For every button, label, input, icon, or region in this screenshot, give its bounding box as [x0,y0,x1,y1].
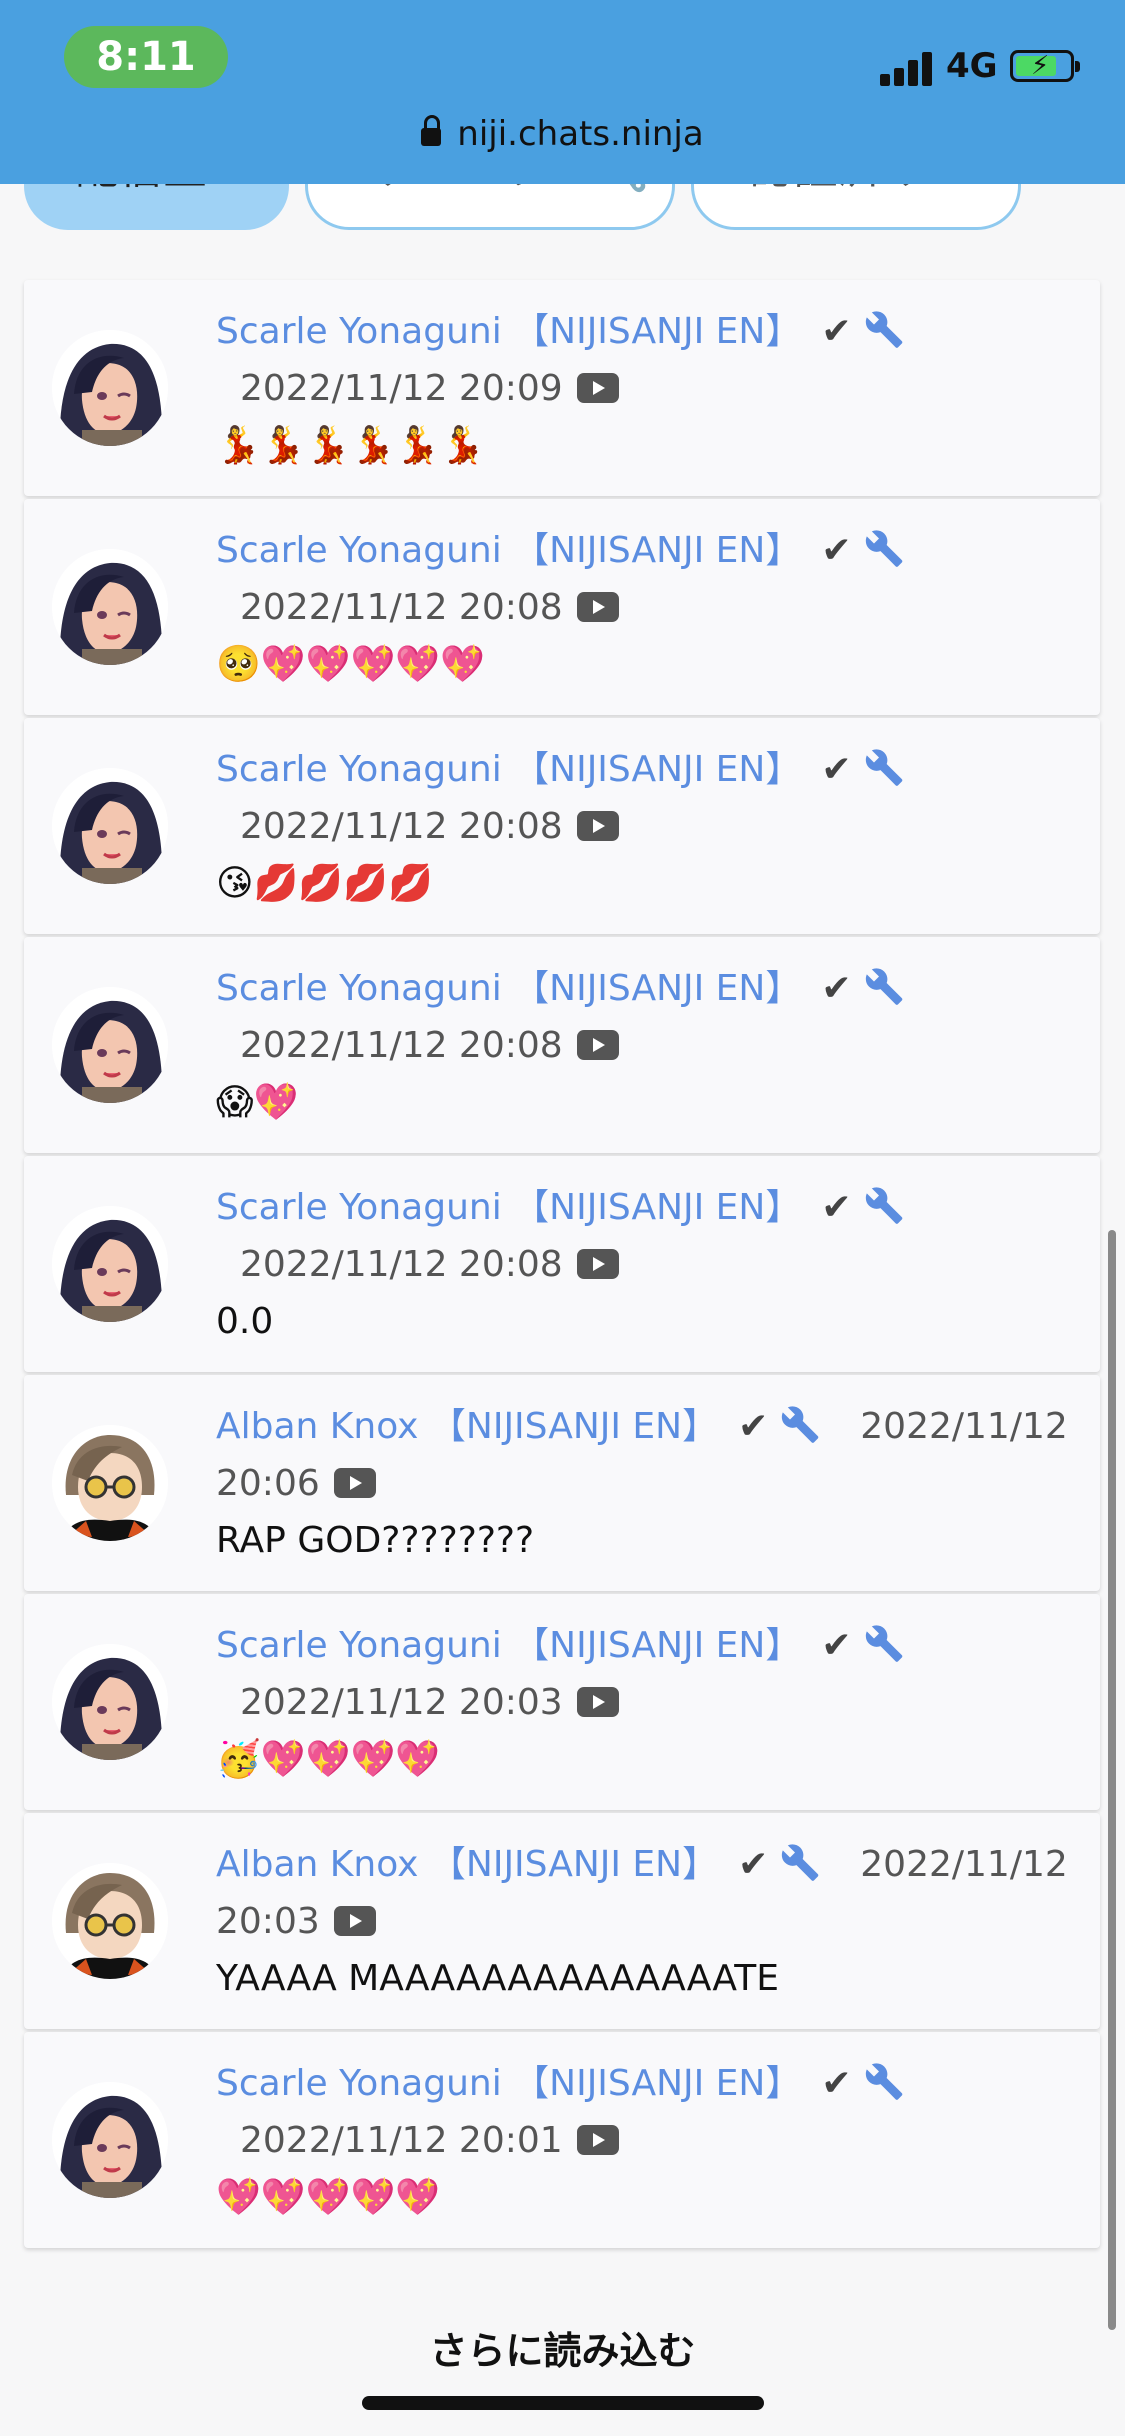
check-icon: ✔ [821,530,852,571]
avatar[interactable] [52,768,168,884]
load-more-button[interactable]: さらに読み込む [0,2320,1125,2375]
chat-message: Scarle Yonaguni 【NIJISANJI EN】 ✔ 2022/11/1… [24,1594,1100,1810]
check-icon: ✔ [821,2063,852,2104]
check-icon: ✔ [821,311,852,352]
timestamp: 2022/11/12 [860,1406,1068,1447]
youtube-icon[interactable] [576,373,619,403]
lock-icon [421,115,442,146]
chat-message: Alban Knox 【NIJISANJI EN】 ✔ 2022/11/12 20:0… [24,1375,1100,1591]
check-icon: ✔ [821,1187,852,1228]
timestamp: 2022/11/12 20:08 [240,1244,563,1285]
youtube-icon[interactable] [576,811,619,841]
timestamp: 2022/11/12 20:08 [240,587,563,628]
page: 配信主⚡ モデレーター🔧 認証済み✔ 8:11 4G ⚡ niji.chats.… [0,0,1125,2436]
wrench-icon [865,1187,902,1224]
wrench-icon [865,968,902,1005]
chat-message: Scarle Yonaguni 【NIJISANJI EN】 ✔ 2022/11/1… [24,499,1100,715]
chat-message: Scarle Yonaguni 【NIJISANJI EN】 ✔ 2022/11/1… [24,937,1100,1153]
chat-list: Scarle Yonaguni 【NIJISANJI EN】 ✔ 2022/11/1… [24,280,1100,2251]
avatar[interactable] [52,330,168,446]
battery-icon: ⚡ [1010,50,1080,82]
url-text: niji.chats.ninja [457,114,704,154]
wrench-icon [865,2063,902,2100]
check-icon: ✔ [821,749,852,790]
check-icon: ✔ [738,1406,769,1447]
author-name[interactable]: Scarle Yonaguni 【NIJISANJI EN】 [216,749,801,790]
status-time[interactable]: 8:11 [64,26,228,88]
avatar[interactable] [52,1206,168,1322]
message-text: 0.0 [216,1301,274,1342]
wrench-icon [782,1406,819,1443]
wrench-icon [865,530,902,567]
author-name[interactable]: Scarle Yonaguni 【NIJISANJI EN】 [216,311,801,352]
timestamp: 20:03 [216,1901,320,1942]
chat-message: Alban Knox 【NIJISANJI EN】 ✔ 2022/11/12 20:0… [24,1813,1100,2029]
message-text: 😘💋💋💋💋 [216,863,433,904]
chat-message: Scarle Yonaguni 【NIJISANJI EN】 ✔ 2022/11/1… [24,2032,1100,2248]
check-icon: ✔ [738,1844,769,1885]
author-name[interactable]: Scarle Yonaguni 【NIJISANJI EN】 [216,1625,801,1666]
timestamp: 2022/11/12 20:01 [240,2120,563,2161]
check-icon: ✔ [821,968,852,1009]
message-text: 🥳💖💖💖💖 [216,1739,441,1780]
message-text: RAP GOD???????? [216,1520,535,1561]
network-type: 4G [946,46,998,86]
youtube-icon[interactable] [576,1249,619,1279]
wrench-icon [865,1625,902,1662]
avatar[interactable] [52,1644,168,1760]
author-name[interactable]: Scarle Yonaguni 【NIJISANJI EN】 [216,968,801,1009]
author-name[interactable]: Alban Knox 【NIJISANJI EN】 [216,1406,718,1447]
signal-icon [880,50,936,86]
message-text: 💖💖💖💖💖 [216,2177,441,2218]
avatar[interactable] [52,549,168,665]
wrench-icon [865,749,902,786]
avatar[interactable] [52,1425,168,1541]
chat-message: Scarle Yonaguni 【NIJISANJI EN】 ✔ 2022/11/1… [24,718,1100,934]
avatar[interactable] [52,2082,168,2198]
chat-message: Scarle Yonaguni 【NIJISANJI EN】 ✔ 2022/11/1… [24,1156,1100,1372]
youtube-icon[interactable] [333,1468,376,1498]
avatar[interactable] [52,1863,168,1979]
message-text: YAAAA MAAAAAAAAAAAAAATE [216,1958,779,1999]
message-text: 💃💃💃💃💃💃 [216,425,485,466]
chat-message: Scarle Yonaguni 【NIJISANJI EN】 ✔ 2022/11/1… [24,280,1100,496]
timestamp: 2022/11/12 [860,1844,1068,1885]
status-bar: 8:11 4G ⚡ niji.chats.ninja [0,0,1125,184]
timestamp: 20:06 [216,1463,320,1504]
home-indicator[interactable] [362,2396,764,2410]
timestamp: 2022/11/12 20:03 [240,1682,563,1723]
check-icon: ✔ [821,1625,852,1666]
timestamp: 2022/11/12 20:08 [240,1025,563,1066]
message-text: 😱💖 [216,1082,299,1123]
youtube-icon[interactable] [576,1030,619,1060]
wrench-icon [865,311,902,348]
scrollbar[interactable] [1108,1230,1116,2330]
avatar[interactable] [52,987,168,1103]
youtube-icon[interactable] [333,1906,376,1936]
author-name[interactable]: Scarle Yonaguni 【NIJISANJI EN】 [216,2063,801,2104]
youtube-icon[interactable] [576,2125,619,2155]
timestamp: 2022/11/12 20:09 [240,368,563,409]
author-name[interactable]: Scarle Yonaguni 【NIJISANJI EN】 [216,530,801,571]
author-name[interactable]: Alban Knox 【NIJISANJI EN】 [216,1844,718,1885]
author-name[interactable]: Scarle Yonaguni 【NIJISANJI EN】 [216,1187,801,1228]
message-text: 🥺💖💖💖💖💖 [216,644,485,685]
youtube-icon[interactable] [576,592,619,622]
wrench-icon [782,1844,819,1881]
address-bar[interactable]: niji.chats.ninja [0,114,1125,154]
timestamp: 2022/11/12 20:08 [240,806,563,847]
youtube-icon[interactable] [576,1687,619,1717]
